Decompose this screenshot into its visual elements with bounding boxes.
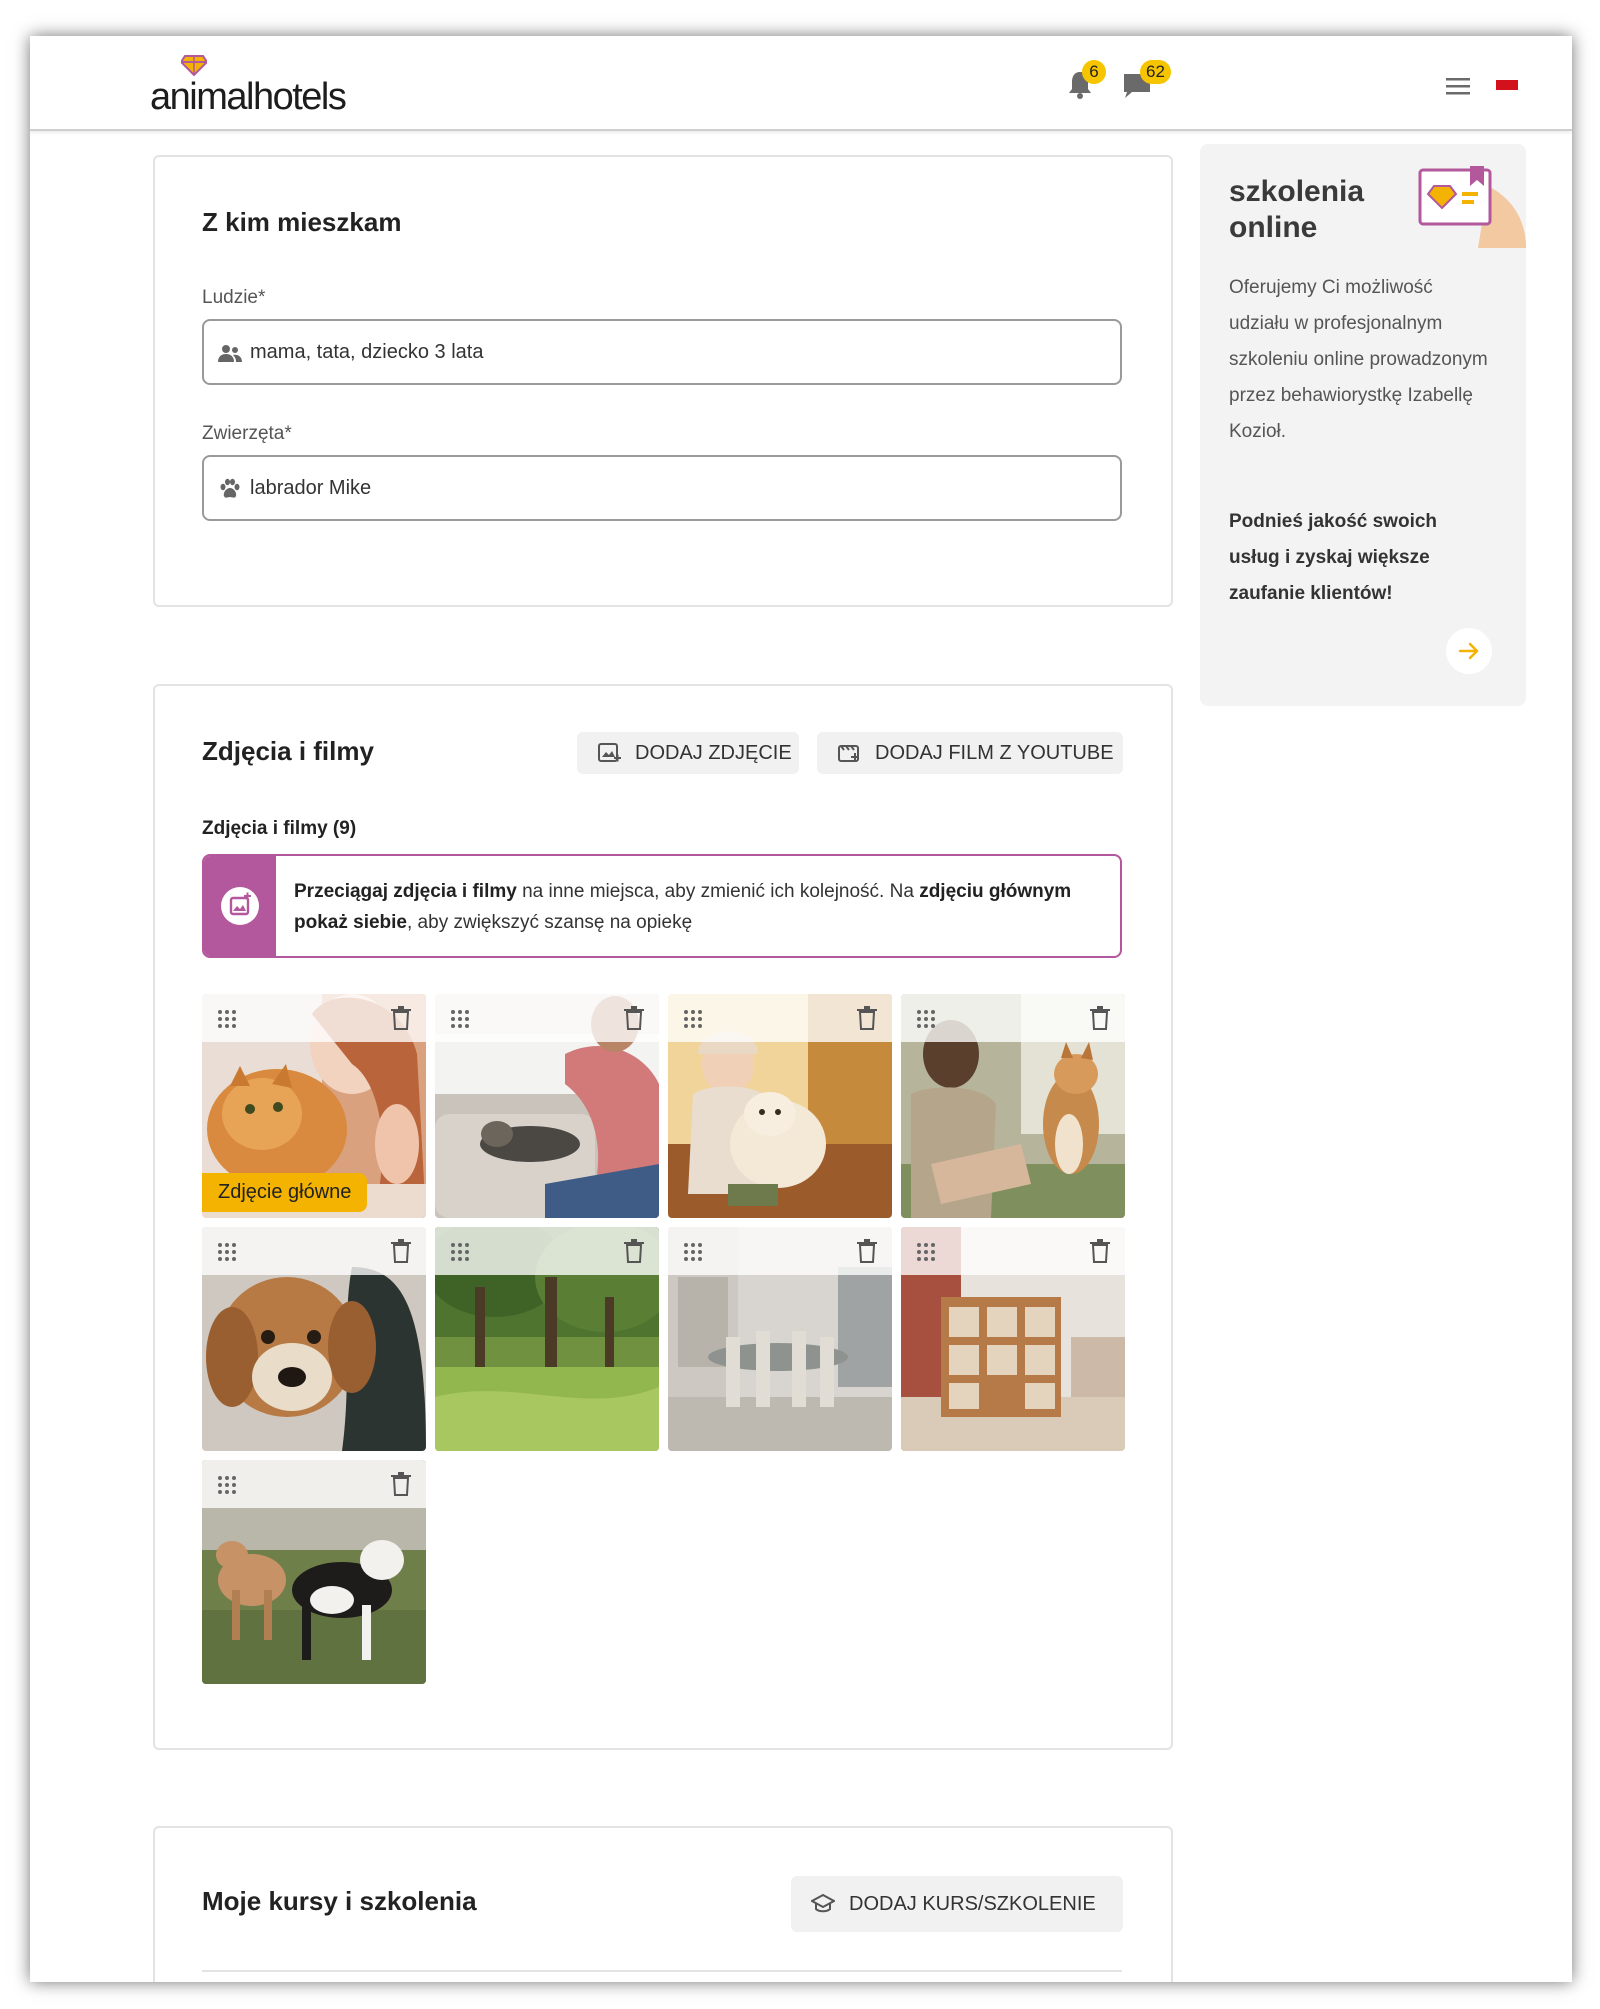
courses-card: Moje kursy i szkolenia DODAJ KURS/SZKOLE… [153,1826,1173,1982]
info-side-strip [204,856,276,956]
promo-arrow-button[interactable] [1446,628,1492,674]
logo[interactable]: animalhotels [150,54,380,118]
photo-tile-8[interactable] [901,1227,1125,1451]
media-count-subtitle: Zdjęcia i filmy (9) [202,818,357,839]
drag-handle-icon[interactable] [682,1008,704,1030]
photo-tile-4[interactable] [901,994,1125,1218]
photo-tile-7[interactable] [668,1227,892,1451]
media-title: Zdjęcia i filmy [202,736,374,766]
trash-icon[interactable] [390,1239,412,1263]
top-header: animalhotels 6 62 [30,36,1572,131]
drag-handle-icon[interactable] [216,1008,238,1030]
trash-icon[interactable] [390,1006,412,1030]
animals-input[interactable]: labrador Mike [202,455,1122,521]
app-window: animalhotels 6 62 Z kim mieszkam Ludzie*… [30,36,1572,1982]
add-video-icon [838,745,859,762]
add-photo-button[interactable]: DODAJ ZDJĘCIE [577,732,799,774]
add-youtube-button[interactable]: DODAJ FILM Z YOUTUBE [817,732,1123,774]
trash-icon[interactable] [390,1472,412,1496]
drag-info-box: Przeciągaj zdjęcia i filmy na inne miejs… [202,854,1122,958]
drag-handle-icon[interactable] [216,1241,238,1263]
messages-button[interactable]: 62 [1120,60,1171,104]
trash-icon[interactable] [623,1239,645,1263]
online-training-promo: szkolenia online Oferujemy Ci możliwość … [1200,144,1526,706]
drag-handle-icon[interactable] [449,1241,471,1263]
people-label: Ludzie* [202,287,266,308]
add-youtube-label: DODAJ FILM Z YOUTUBE [875,742,1114,764]
trash-icon[interactable] [1089,1006,1111,1030]
courses-divider [202,1970,1122,1972]
living-with-card: Z kim mieszkam Ludzie* mama, tata, dziec… [153,155,1173,607]
language-flag-icon[interactable] [1496,80,1518,90]
add-course-button[interactable]: DODAJ KURS/SZKOLENIE [791,1876,1123,1932]
drag-handle-icon[interactable] [449,1008,471,1030]
photo-tile-3[interactable] [668,994,892,1218]
media-card: Zdjęcia i filmy DODAJ ZDJĘCIE DODAJ FILM… [153,684,1173,1750]
animals-value: labrador Mike [250,477,372,499]
paw-icon [220,478,240,498]
living-with-title: Z kim mieszkam [202,207,402,237]
photo-tile-6[interactable] [435,1227,659,1451]
drag-handle-icon[interactable] [915,1241,937,1263]
promo-title: szkolenia online [1229,175,1365,244]
diamond-logo-icon [181,55,207,76]
trash-icon[interactable] [856,1239,878,1263]
courses-title: Moje kursy i szkolenia [202,1886,477,1916]
trash-icon[interactable] [856,1006,878,1030]
photo-tile-1[interactable]: Zdjęcie główne [202,994,426,1218]
notifications-badge: 6 [1082,60,1106,84]
hamburger-menu-icon [1446,78,1470,95]
menu-button[interactable] [1438,64,1478,104]
logo-text: animalhotels [150,76,347,118]
photo-tile-2[interactable] [435,994,659,1218]
photo-tile-9[interactable] [202,1460,426,1684]
messages-badge: 62 [1140,60,1171,84]
arrow-right-icon [1458,642,1479,660]
certificate-illustration-icon [1418,166,1526,248]
photo-tile-5[interactable] [202,1227,426,1451]
drag-info-text: Przeciągaj zdjęcia i filmy na inne miejs… [294,876,1114,938]
people-icon [218,345,242,362]
drag-handle-icon[interactable] [915,1008,937,1030]
animals-label: Zwierzęta* [202,423,292,444]
add-image-icon [598,743,621,762]
notifications-button[interactable]: 6 [1062,60,1106,104]
people-input[interactable]: mama, tata, dziecko 3 lata [202,319,1122,385]
add-photo-badge-icon [221,887,259,925]
info-text-1: na inne miejsca, aby zmienić ich kolejno… [516,881,920,902]
drag-handle-icon[interactable] [682,1241,704,1263]
add-photo-label: DODAJ ZDJĘCIE [635,742,792,764]
trash-icon[interactable] [623,1006,645,1030]
drag-handle-icon[interactable] [216,1474,238,1496]
trash-icon[interactable] [1089,1239,1111,1263]
info-text-2: , aby zwiększyć szansę na opiekę [407,912,693,933]
info-bold-1: Przeciągaj zdjęcia i filmy [294,881,517,902]
graduation-cap-icon [811,1893,835,1913]
promo-strong-text: Podnieś jakość swoich usług i zyskaj wię… [1229,511,1438,604]
add-course-label: DODAJ KURS/SZKOLENIE [849,1893,1096,1915]
main-photo-badge: Zdjęcie główne [202,1173,368,1212]
promo-text: Oferujemy Ci możliwość udziału w profesj… [1229,277,1488,442]
people-value: mama, tata, dziecko 3 lata [250,341,484,363]
